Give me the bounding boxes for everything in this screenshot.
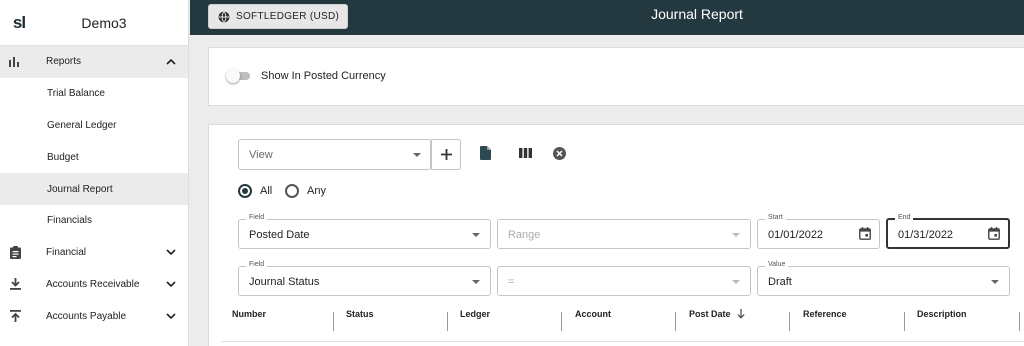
chevron-down-icon [154, 281, 188, 288]
operator-placeholder: Range [508, 229, 541, 241]
clear-filters-icon[interactable] [553, 147, 566, 160]
column-header-description[interactable]: Description [917, 309, 967, 319]
download-icon [0, 278, 28, 291]
column-header-post-date[interactable]: Post Date [689, 309, 745, 319]
posted-currency-label: Show In Posted Currency [261, 70, 386, 82]
dropdown-arrow-icon [732, 280, 740, 284]
columns-icon[interactable] [519, 148, 532, 158]
end-date-input[interactable]: End 01/31/2022 [886, 214, 1010, 249]
dropdown-arrow-icon [732, 233, 740, 237]
chevron-down-icon [154, 249, 188, 256]
end-date-label: End [895, 214, 914, 221]
sort-arrow-down-icon[interactable] [736, 309, 745, 319]
column-header-ledger[interactable]: Ledger [460, 309, 490, 319]
sidebar-subitem-general-ledger[interactable]: General Ledger [0, 110, 188, 142]
radio-label: All [260, 185, 273, 197]
sidebar-subitem-journal-report[interactable]: Journal Report [0, 173, 188, 205]
settings-card: Show In Posted Currency [208, 47, 1024, 106]
value-label: Value [765, 261, 789, 268]
column-divider[interactable] [447, 312, 448, 331]
view-select[interactable]: View [238, 139, 431, 170]
column-divider[interactable] [561, 312, 562, 331]
column-divider[interactable] [904, 312, 905, 331]
radio-unselected-icon [285, 184, 299, 198]
column-header-number[interactable]: Number [232, 309, 266, 319]
toggle-knob [226, 69, 240, 83]
radio-selected-icon [238, 184, 252, 198]
filter-value-select-2[interactable]: Value Draft [757, 261, 1010, 296]
start-date-label: Start [765, 214, 786, 221]
column-divider[interactable] [675, 312, 676, 331]
start-date-value: 01/01/2022 [768, 229, 824, 241]
upload-icon [0, 310, 28, 323]
end-date-value: 01/31/2022 [898, 229, 954, 241]
bar-chart-icon [0, 56, 28, 67]
page-title: Journal Report [651, 6, 743, 22]
report-card: View All Any Field Posted Date Range Sta… [208, 124, 1024, 346]
field-value: Journal Status [249, 276, 320, 288]
sidebar-item-accounts-payable[interactable]: Accounts Payable [0, 300, 188, 332]
sidebar-item-financial[interactable]: Financial [0, 237, 188, 269]
sidebar-item-accounts-receivable[interactable]: Accounts Receivable [0, 269, 188, 301]
sidebar-item-label: Accounts Payable [46, 310, 127, 322]
filter-field-select-2[interactable]: Field Journal Status [238, 261, 491, 296]
company-name[interactable]: Demo3 [36, 15, 188, 31]
value-value: Draft [768, 276, 792, 288]
sidebar-item-label: Reports [46, 56, 82, 68]
app-logo[interactable]: sl [0, 13, 36, 33]
calendar-icon[interactable] [859, 227, 871, 240]
sidebar-subitem-budget[interactable]: Budget [0, 141, 188, 173]
radio-label: Any [307, 185, 326, 197]
column-header-reference[interactable]: Reference [803, 309, 847, 319]
view-select-placeholder: View [249, 149, 273, 161]
field-value: Posted Date [249, 229, 310, 241]
chevron-up-icon [154, 58, 188, 65]
field-label: Field [246, 214, 268, 221]
top-bar: SOFTLEDGER (USD) Journal Report [190, 0, 1024, 35]
posted-currency-toggle[interactable] [226, 69, 252, 83]
sidebar-subitem-financials[interactable]: Financials [0, 205, 188, 237]
add-view-button[interactable] [431, 139, 461, 170]
dropdown-arrow-icon [472, 280, 480, 284]
column-header-status[interactable]: Status [346, 309, 374, 319]
column-header-label: Post Date [689, 309, 731, 319]
sidebar-item-label: Financial [46, 247, 87, 259]
clipboard-icon [0, 246, 28, 260]
operator-value: = [508, 276, 515, 288]
sidebar-item-label: Accounts Receivable [46, 278, 140, 290]
match-all-radio[interactable]: All [238, 184, 272, 198]
filter-field-select-1[interactable]: Field Posted Date [238, 214, 491, 249]
chevron-down-icon [154, 313, 188, 320]
dropdown-arrow-icon [413, 153, 421, 157]
column-divider[interactable] [789, 312, 790, 331]
sidebar-header: sl Demo3 [0, 0, 188, 46]
column-divider[interactable] [1019, 312, 1020, 331]
match-any-radio[interactable]: Any [285, 184, 326, 198]
file-icon[interactable] [480, 146, 491, 160]
sidebar: sl Demo3 Reports Trial Balance General L… [0, 0, 189, 346]
field-label: Field [246, 261, 268, 268]
column-divider[interactable] [333, 312, 334, 331]
sidebar-item-reports[interactable]: Reports [0, 46, 188, 78]
calendar-icon[interactable] [988, 227, 1000, 240]
filter-operator-select-2[interactable]: = [497, 266, 751, 296]
dropdown-arrow-icon [472, 233, 480, 237]
column-header-account[interactable]: Account [575, 309, 611, 319]
sidebar-subitem-trial-balance[interactable]: Trial Balance [0, 78, 188, 110]
table-header-rule [221, 341, 1024, 342]
plus-icon [440, 149, 452, 160]
filter-operator-select-1[interactable]: Range [497, 219, 751, 249]
start-date-input[interactable]: Start 01/01/2022 [757, 214, 880, 249]
dropdown-arrow-icon [991, 280, 999, 284]
